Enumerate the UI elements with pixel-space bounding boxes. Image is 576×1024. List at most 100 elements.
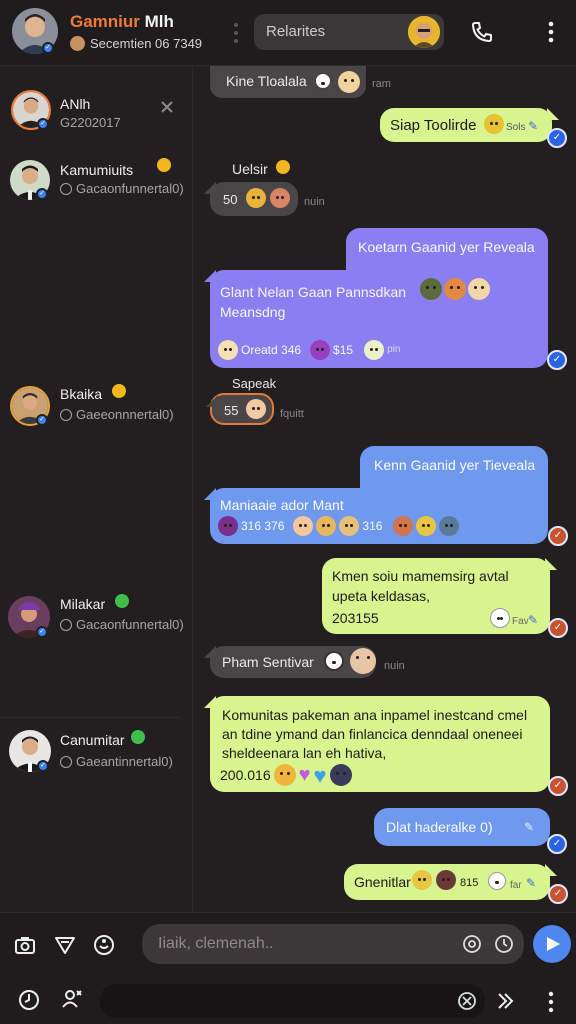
reaction-icon: ✓ [548,884,568,904]
message-text: Dlat haderalke 0) [386,819,493,835]
face-emoji-icon [273,764,296,786]
emoji-picker-icon[interactable] [462,934,482,954]
message-bubble[interactable]: 50 [204,182,298,216]
face-emoji-icon [484,114,504,134]
message-bubble[interactable]: Maniaaie ador Mant 316 376 316 [204,488,548,544]
send-button[interactable] [533,925,571,963]
emoji-ring-icon [324,651,344,671]
contact-name: Bkaika [60,386,103,402]
reaction-icon: ✓ [548,526,568,546]
message-bubble[interactable]: Siap Toolirde Sols ✎ [380,108,559,142]
message-header: Kenn Gaanid yer Tieveala [374,457,536,473]
status-ring-icon [60,408,72,421]
chat-header: ✓ Gamniur Mlh Secemtien 06 7349 Relarite… [0,0,576,66]
secondary-input[interactable] [100,984,485,1018]
face-emoji-icon [70,36,85,51]
face-emoji-icon [339,516,360,536]
sender-label: Sapeak [232,376,277,391]
contact-status: G2202017 [60,115,121,130]
more-menu-icon[interactable] [546,991,556,1013]
message-bubble[interactable]: Pham Sentivar [204,646,376,678]
face-emoji-icon [439,516,460,536]
contact-item[interactable]: ✓ Canumitar Gaeantinnertal0) [0,730,193,790]
emoji-ring-icon [314,72,332,90]
face-emoji-icon [444,278,466,300]
face-emoji-icon [364,340,385,360]
message-time: nuin [304,196,325,208]
message-text: 55 [224,403,239,418]
contact-avatar [408,16,440,48]
smiley-emoji-icon [157,158,172,172]
send-icon [547,937,560,951]
contact-item[interactable]: ✓ Bkaika Gaeeonnnertal0) [0,384,193,446]
message-text: Kmen soiu mamemsirg avtal upeta keldasas… [332,568,509,604]
message-bubble[interactable]: Glant Nelan Gaan Pannsdkan Meansdng Orea… [204,270,548,368]
face-emoji-icon [329,764,352,786]
message-bubble[interactable]: Kenn Gaanid yer Tieveala [360,446,548,490]
read-receipt-icon: ✓ [547,128,567,148]
face-emoji-icon [218,516,238,536]
message-text: Siap Toolirde [390,117,477,134]
contact-status: Gacaonfunnertal0) [76,617,184,632]
face-emoji-icon [246,188,266,208]
close-icon[interactable] [160,100,174,114]
verified-badge-icon: ✓ [36,626,48,638]
reaction-icon: ✓ [548,618,568,638]
cancel-circle-icon[interactable] [457,991,477,1011]
message-bubble[interactable]: 55 [206,393,274,425]
message-bubble[interactable]: Kmen soiu mamemsirg avtal upeta keldasas… [322,558,557,634]
message-bubble[interactable]: Gnenitlar 815 far ✎ [344,864,557,900]
status-ring-icon [60,755,72,768]
chat-subtitle: Secemtien 06 7349 [70,36,202,51]
read-receipt-icon: ✓ [547,834,567,854]
message-bubble[interactable]: Koetarn Gaanid yer Reveala [346,228,548,272]
verified-badge-icon: ✓ [37,118,49,130]
filter-icon[interactable] [54,935,76,955]
chat-title: Gamniur Mlh [70,12,174,31]
contacts-icon[interactable] [60,987,84,1011]
camera-icon[interactable] [14,935,36,955]
face-emoji-icon [412,870,432,890]
contact-name: ANlh [60,96,91,112]
search-chip[interactable]: Relarites [254,14,444,50]
heart-purple-icon: ♥ [298,763,311,786]
message-time: nuin [384,660,405,672]
edit-icon[interactable]: ✎ [528,117,538,136]
message-input[interactable]: Iiaik, clemenah.. [142,924,524,964]
message-footer: Oreatd 346 $15 pin [218,340,400,360]
face-emoji-icon [310,340,331,360]
phone-icon[interactable] [470,20,494,44]
forward-icon[interactable] [496,991,514,1011]
message-meta: far [510,880,522,891]
read-receipt-icon: ✓ [547,350,567,370]
face-emoji-icon [468,278,490,300]
more-menu-icon[interactable] [546,20,556,44]
message-bubble[interactable]: Komunitas pakeman ana inpamel inestcand … [204,696,550,792]
message-bubble[interactable]: Dlat haderalke 0) ✎ [374,808,550,846]
timer-icon[interactable] [494,934,514,954]
message-meta: Sols [506,122,526,133]
edit-icon[interactable]: ✎ [526,874,536,893]
online-status-icon [130,730,145,744]
face-emoji-icon [316,516,337,536]
sticker-icon[interactable] [92,933,116,957]
contact-list: ✓ ANlh G2202017 ✓ Kamumiuits Gacaonfunne… [0,66,193,912]
edit-icon[interactable]: ✎ [528,610,538,630]
heart-blue-icon: ♥ [313,762,327,788]
face-emoji-icon [420,278,442,300]
message-bubble[interactable]: Kine Tloalala [210,66,366,98]
contact-name: Canumitar [60,732,125,748]
contact-item[interactable]: ✓ Kamumiuits Gacaonfunnertal0) [0,158,193,220]
face-emoji-icon [270,188,290,208]
clock-icon[interactable] [18,989,40,1011]
contact-item[interactable]: ✓ ANlh G2202017 [0,90,193,150]
message-footer: 200.016 ♥ ♥ [220,764,352,786]
edit-icon[interactable]: ✎ [524,818,534,837]
message-footer: 316 376 316 [218,516,460,536]
face-emoji-icon [436,870,456,890]
face-emoji-icon [293,516,314,536]
status-ring-icon [60,182,72,195]
smiley-emoji-icon [112,384,127,398]
contact-name: Milakar [60,596,106,612]
contact-item[interactable]: ✓ Milakar Gacaonfunnertal0) [0,594,193,656]
